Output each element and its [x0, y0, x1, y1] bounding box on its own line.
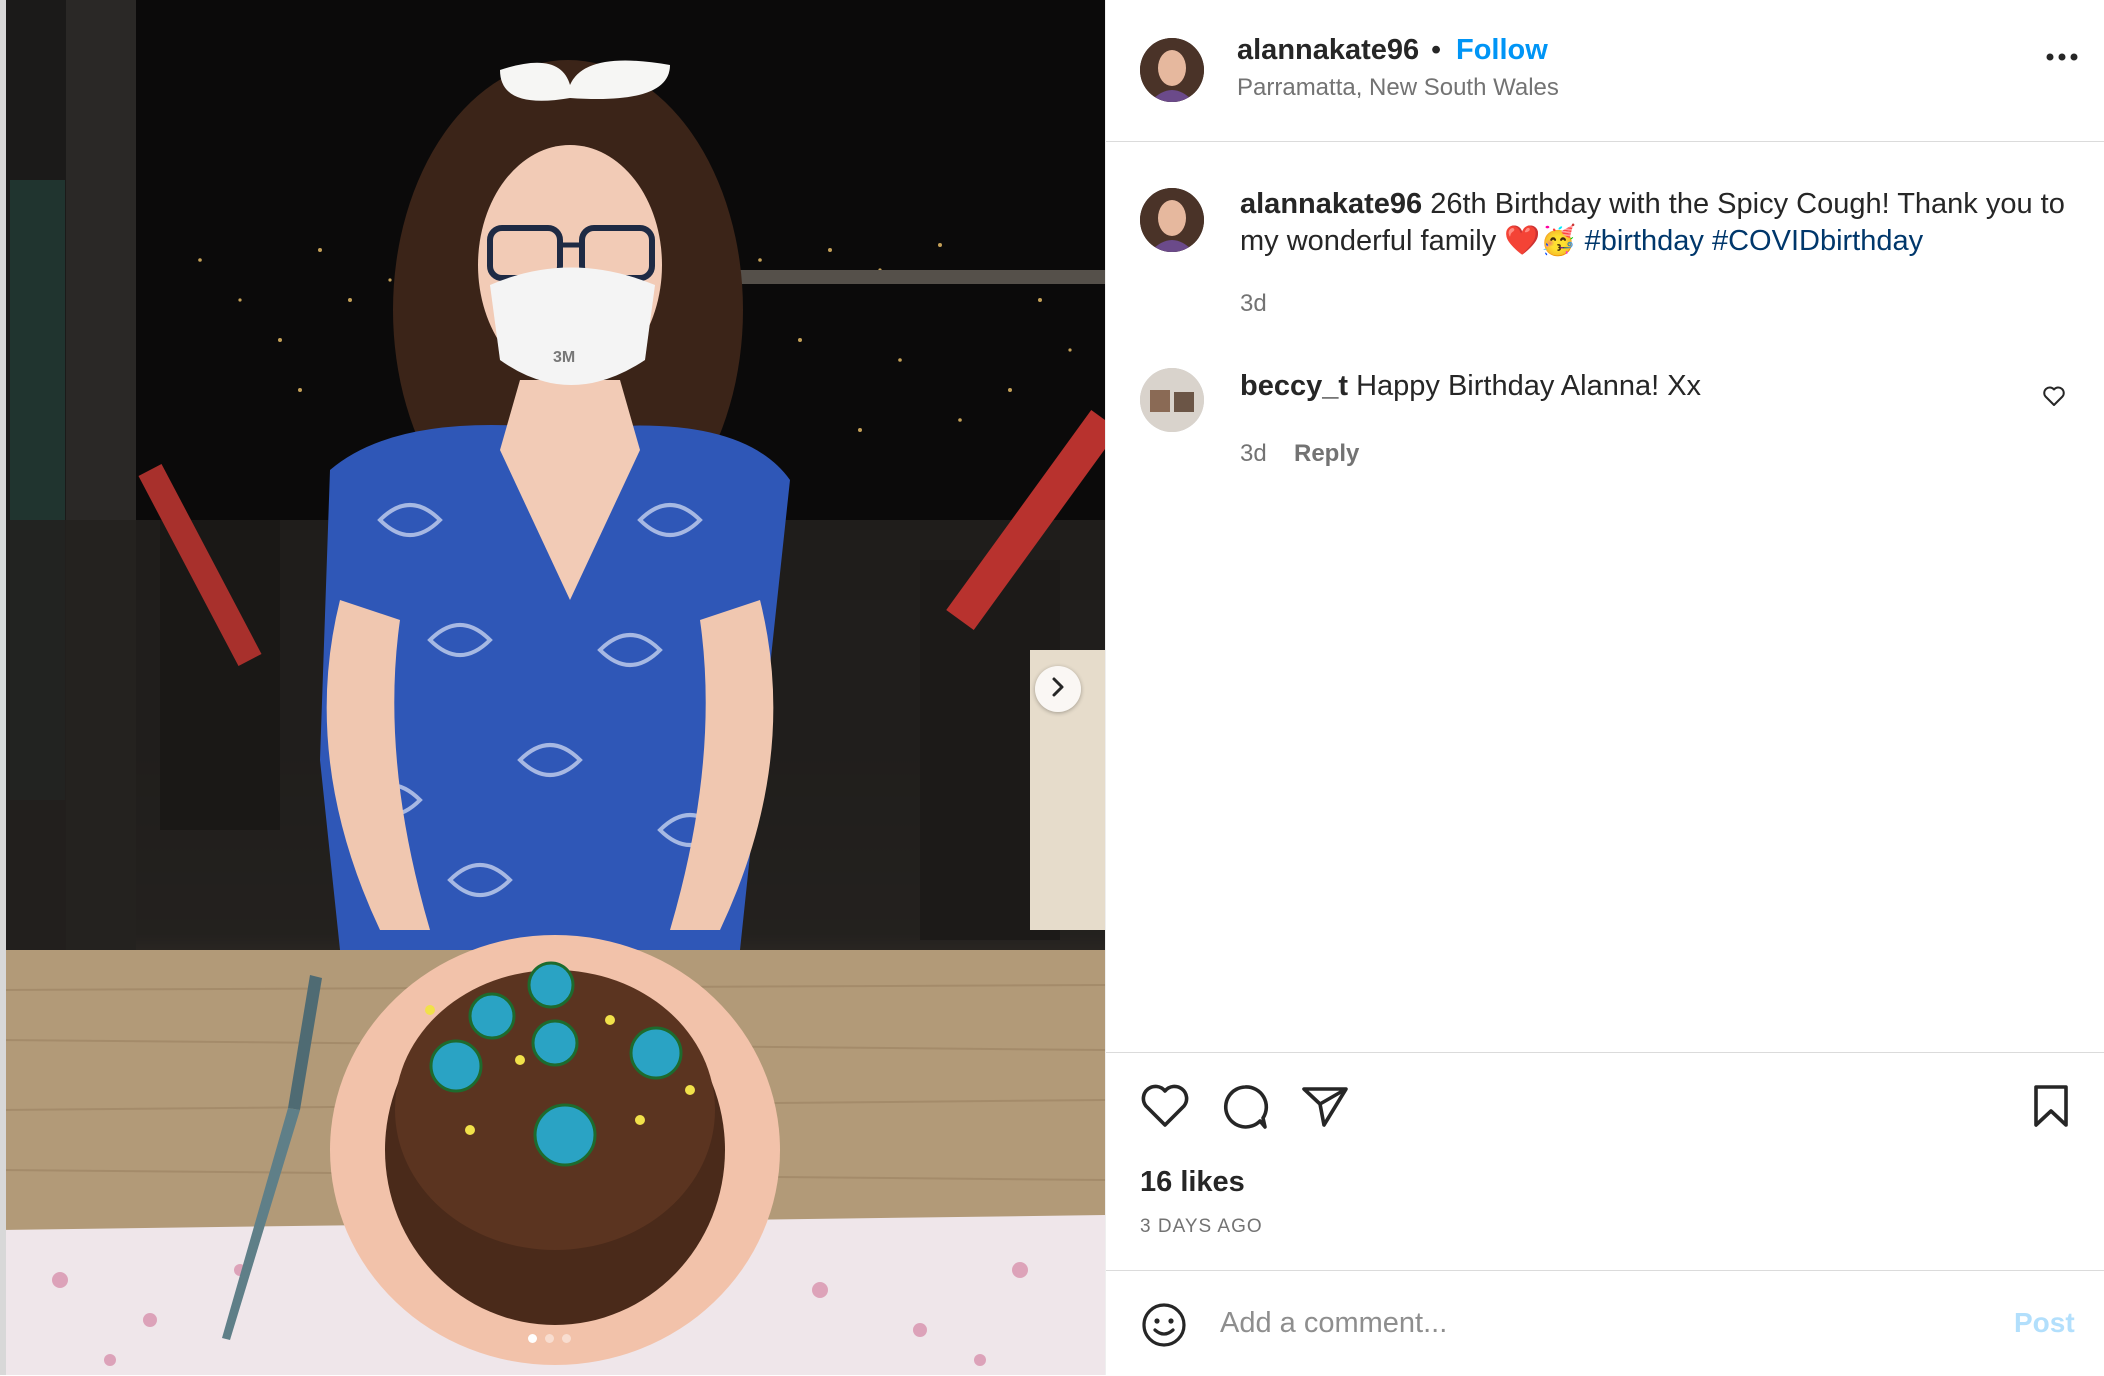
- comment-icon: [1220, 1085, 1270, 1135]
- carousel-dot: [528, 1334, 537, 1343]
- hashtag-link[interactable]: #birthday: [1585, 225, 1704, 257]
- comment-username[interactable]: beccy_t: [1240, 370, 1348, 402]
- post-header: alannakate96 • Follow Parramatta, New So…: [1106, 0, 2104, 142]
- reply-button[interactable]: Reply: [1294, 440, 1359, 468]
- bookmark-icon: [2030, 1085, 2072, 1133]
- heart-icon: [1140, 1084, 1190, 1133]
- post-comment-button[interactable]: Post: [2014, 1307, 2075, 1339]
- photo-scene: 3M: [0, 0, 1105, 1375]
- comment-composer: Post: [1106, 1270, 2104, 1376]
- share-icon: [1300, 1087, 1350, 1133]
- likes-count[interactable]: 16 likes: [1140, 1166, 1245, 1199]
- svg-text:3M: 3M: [553, 349, 575, 366]
- carousel-next-button[interactable]: [1035, 666, 1081, 712]
- comment-button[interactable]: [1220, 1083, 1270, 1136]
- follow-button[interactable]: Follow: [1456, 34, 1548, 67]
- post-date[interactable]: 3 DAYS AGO: [1140, 1216, 1263, 1238]
- post-sidebar: alannakate96 • Follow Parramatta, New So…: [1105, 0, 2104, 1375]
- header-separator: •: [1431, 34, 1442, 66]
- post-actions: 16 likes 3 DAYS AGO: [1106, 1052, 2104, 1273]
- caption-avatar[interactable]: [1140, 188, 1204, 252]
- comment-timestamp[interactable]: 3d: [1240, 440, 1267, 468]
- emoji-button[interactable]: [1140, 1301, 1188, 1354]
- post-photo[interactable]: 3M: [0, 0, 1105, 1375]
- comment-input[interactable]: [1218, 1299, 1962, 1347]
- more-options-button[interactable]: [2044, 50, 2080, 69]
- post-location[interactable]: Parramatta, New South Wales: [1237, 74, 1559, 102]
- hashtag-link[interactable]: #COVIDbirthday: [1712, 225, 1923, 257]
- chevron-right-icon: [1048, 676, 1068, 703]
- comment-text: Happy Birthday Alanna! Xx: [1356, 370, 1702, 402]
- caption-timestamp[interactable]: 3d: [1240, 290, 1267, 318]
- carousel-dot: [545, 1334, 554, 1343]
- ellipsis-icon: [2044, 51, 2080, 68]
- comment-like-button[interactable]: [2042, 385, 2066, 412]
- share-button[interactable]: [1300, 1083, 1350, 1134]
- heart-icon: [2042, 386, 2066, 411]
- save-button[interactable]: [2030, 1083, 2072, 1134]
- commenter-avatar[interactable]: [1140, 368, 1204, 432]
- avatar[interactable]: [1140, 38, 1204, 102]
- carousel-dot: [562, 1334, 571, 1343]
- like-button[interactable]: [1140, 1083, 1190, 1134]
- carousel-indicator: [528, 1334, 571, 1343]
- caption-username[interactable]: alannakate96: [1240, 188, 1422, 220]
- post-caption: alannakate96 26th Birthday with the Spic…: [1240, 186, 2080, 260]
- comment: beccy_t Happy Birthday Alanna! Xx: [1240, 368, 2020, 405]
- post-author-username[interactable]: alannakate96: [1237, 34, 1419, 67]
- photo-border: [0, 0, 6, 1375]
- caption-emoji: ❤️🥳: [1504, 225, 1577, 257]
- smiley-icon: [1140, 1303, 1188, 1353]
